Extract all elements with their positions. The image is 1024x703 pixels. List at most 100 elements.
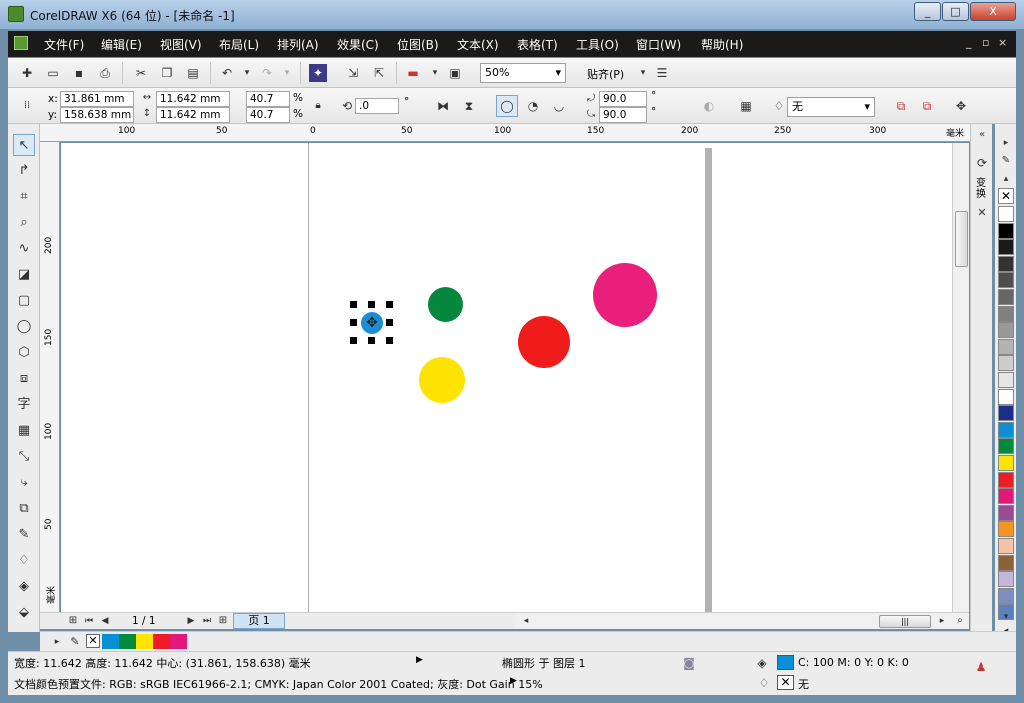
undo-dropdown-icon[interactable]: ▾ xyxy=(238,64,256,82)
color-profile-info[interactable]: 文档颜色预置文件: RGB: sRGB IEC61966-2.1; CMYK: … xyxy=(14,676,543,692)
no-color-swatch-icon[interactable]: ✕ xyxy=(998,188,1014,204)
open-folder-icon[interactable]: ▭ xyxy=(44,64,62,82)
eyedropper-icon[interactable]: ✎ xyxy=(66,633,84,651)
interactive-effects-tool-icon[interactable]: ⧉ xyxy=(13,498,35,520)
arc-mode-icon[interactable]: ◡ xyxy=(550,97,568,115)
menu-effects[interactable]: 效果(C) xyxy=(337,36,379,53)
palette-swatch[interactable] xyxy=(998,255,1014,272)
palette-swatch[interactable] xyxy=(998,372,1014,388)
lock-ratio-icon[interactable]: 🔒︎ xyxy=(309,97,327,115)
palette-swatch[interactable] xyxy=(998,388,1014,405)
no-outline-swatch-icon[interactable]: ✕ xyxy=(777,675,794,690)
export-icon[interactable]: ⇱ xyxy=(370,64,388,82)
palette-swatch[interactable] xyxy=(998,322,1014,339)
wrap-text-icon[interactable]: ▦ xyxy=(737,97,755,115)
zoom-level-select[interactable]: 50% xyxy=(480,63,566,83)
horizontal-scrollbar[interactable]: ◂ ||| ▸ ⌕ xyxy=(515,612,969,629)
document-palette-swatch[interactable] xyxy=(136,634,153,649)
document-palette-swatch[interactable] xyxy=(170,634,187,649)
palette-swatch[interactable] xyxy=(998,405,1014,422)
mirror-horizontal-icon[interactable]: ⧓ xyxy=(434,97,452,115)
selection-handle[interactable] xyxy=(368,337,375,344)
pie-mode-icon[interactable]: ◔ xyxy=(524,97,542,115)
doc-no-color-icon[interactable]: ✕ xyxy=(86,634,100,648)
document-palette-swatch[interactable] xyxy=(153,634,170,649)
crop-tool-icon[interactable]: ⌗ xyxy=(13,186,35,208)
drawing-canvas[interactable]: ✥ xyxy=(61,143,969,612)
vertical-scroll-thumb[interactable] xyxy=(955,211,968,267)
profile-arrow-icon[interactable]: ▶ xyxy=(510,676,517,686)
text-tool-icon[interactable]: 字 xyxy=(13,394,35,416)
horizontal-scroll-thumb[interactable]: ||| xyxy=(879,615,931,628)
green-circle[interactable] xyxy=(428,287,463,322)
search-content-icon[interactable]: ✦ xyxy=(309,64,327,82)
save-icon[interactable]: ▪ xyxy=(70,64,88,82)
menu-layout[interactable]: 布局(L) xyxy=(219,36,259,53)
snap-dropdown-icon[interactable]: ▾ xyxy=(634,64,652,82)
redo-dropdown-icon[interactable]: ▾ xyxy=(278,64,296,82)
palette-swatch[interactable] xyxy=(998,289,1014,305)
selection-handle[interactable] xyxy=(368,301,375,308)
maximize-button[interactable]: □ xyxy=(942,2,969,21)
palette-swatch[interactable] xyxy=(998,222,1014,239)
close-docker-icon[interactable]: ✕ xyxy=(973,204,991,222)
x-position-field[interactable]: 31.861 mm xyxy=(60,91,134,107)
selection-handle[interactable] xyxy=(350,301,357,308)
ellipse-mode-icon[interactable]: ◯ xyxy=(496,95,518,117)
import-icon[interactable]: ⇲ xyxy=(344,64,362,82)
transform-icon[interactable]: ⟳ xyxy=(973,154,991,172)
palette-swatch[interactable] xyxy=(998,538,1014,554)
status-settings-icon[interactable]: ◙ xyxy=(680,654,698,672)
dimension-tool-icon[interactable]: ⤡ xyxy=(13,446,35,468)
palette-swatch[interactable] xyxy=(998,455,1014,471)
direction-icon[interactable]: ◐ xyxy=(700,97,718,115)
palette-swatch[interactable] xyxy=(998,521,1014,538)
cut-icon[interactable]: ✂ xyxy=(132,64,150,82)
copy-icon[interactable]: ❐ xyxy=(158,64,176,82)
polygon-tool-icon[interactable]: ⬡ xyxy=(13,342,35,364)
scale-y-field[interactable]: 40.7 xyxy=(246,107,290,123)
rotation-angle-field[interactable]: .0 xyxy=(355,98,399,114)
vertical-ruler[interactable]: 200 150 100 50 毫米 xyxy=(40,142,60,612)
fill-tool-icon[interactable]: ◈ xyxy=(13,576,35,598)
paste-icon[interactable]: ▤ xyxy=(184,64,202,82)
convert-to-curves-icon[interactable]: ✥ xyxy=(952,97,970,115)
palette-swatch[interactable] xyxy=(998,504,1014,521)
palette-swatch[interactable] xyxy=(998,554,1014,571)
palette-swatch[interactable] xyxy=(998,305,1014,322)
menu-view[interactable]: 视图(V) xyxy=(160,36,202,53)
palette-scroll-up-icon[interactable]: ▸ xyxy=(997,134,1015,152)
palette-swatch[interactable] xyxy=(998,421,1014,438)
snap-to-button[interactable]: 贴齐(P) xyxy=(587,66,624,82)
redo-icon[interactable]: ↷ xyxy=(258,64,276,82)
print-icon[interactable]: ⎙ xyxy=(96,64,114,82)
selection-handle[interactable] xyxy=(350,337,357,344)
palette-swatch[interactable] xyxy=(998,471,1014,488)
mirror-vertical-icon[interactable]: ⧗ xyxy=(460,97,478,115)
palette-options-icon[interactable]: ✎ xyxy=(997,152,1015,170)
document-palette-swatch[interactable] xyxy=(119,634,136,649)
scale-x-field[interactable]: 40.7 xyxy=(246,91,290,107)
options-icon[interactable]: ☰ xyxy=(653,64,671,82)
user-icon[interactable]: ♟ xyxy=(972,658,990,676)
palette-swatch[interactable] xyxy=(998,438,1014,455)
menu-table[interactable]: 表格(T) xyxy=(517,36,558,53)
doc-minimize-button[interactable]: _ xyxy=(966,36,972,49)
palette-swatch[interactable] xyxy=(998,206,1014,222)
application-launcher-icon[interactable]: ▬ xyxy=(404,64,422,82)
selection-handle[interactable] xyxy=(386,301,393,308)
to-front-icon[interactable]: ⧉ xyxy=(892,97,910,115)
new-document-icon[interactable]: ✚ xyxy=(18,64,36,82)
close-button[interactable]: X xyxy=(970,2,1016,21)
end-angle-field[interactable]: 90.0 xyxy=(599,107,647,123)
shape-tool-icon[interactable]: ↱ xyxy=(13,160,35,182)
scroll-left-icon[interactable]: ◂ xyxy=(517,612,535,630)
interactive-fill-tool-icon[interactable]: ⬙ xyxy=(13,602,35,624)
basic-shapes-tool-icon[interactable]: ⧈ xyxy=(13,368,35,390)
doc-close-button[interactable]: × xyxy=(998,36,1007,49)
palette-swatch[interactable] xyxy=(998,338,1014,355)
pick-tool-icon[interactable]: ↖ xyxy=(13,134,35,156)
collapse-docker-icon[interactable]: « xyxy=(973,126,991,144)
selection-handle[interactable] xyxy=(386,319,393,326)
vertical-scrollbar[interactable] xyxy=(952,143,969,612)
